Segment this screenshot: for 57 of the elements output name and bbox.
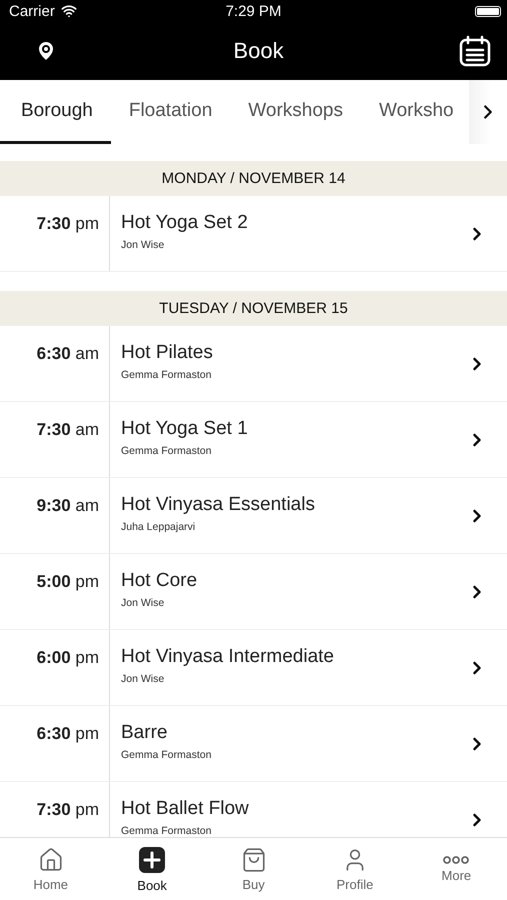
class-name: Hot Pilates	[121, 342, 214, 364]
class-name: Barre	[121, 722, 168, 744]
tab-bar-label: Home	[33, 876, 68, 892]
page-title: Book	[233, 38, 284, 64]
tab-bar-label: Book	[137, 878, 167, 892]
class-name: Hot Vinyasa Intermediate	[121, 646, 335, 668]
location-tab[interactable]: Borough	[0, 80, 111, 144]
carrier-label: Carrier	[9, 2, 55, 20]
class-time: 5:00 pm	[36, 572, 99, 593]
class-time: 6:30 am	[36, 344, 99, 365]
class-row[interactable]: 6:00 pm Hot Vinyasa Intermediate Jon Wise	[0, 630, 507, 706]
class-row[interactable]: 7:30 pm Hot Yoga Set 2 Jon Wise	[0, 196, 507, 272]
teacher-name: Gemma Formaston	[121, 445, 212, 457]
class-name: Hot Ballet Flow	[121, 798, 250, 820]
class-row[interactable]: 7:30 am Hot Yoga Set 1 Gemma Formaston	[0, 402, 507, 478]
location-tab[interactable]: Workshops	[230, 80, 361, 144]
class-time: 7:30 pm	[36, 214, 99, 235]
class-time: 9:30 am	[36, 496, 99, 517]
wifi-icon	[60, 3, 77, 19]
teacher-name: Jon Wise	[121, 673, 166, 685]
tab-bar-label: More	[442, 868, 472, 882]
class-name: Hot Yoga Set 2	[121, 212, 249, 234]
tab-bar-item[interactable]: Profile	[304, 838, 406, 900]
class-row[interactable]: 9:30 am Hot Vinyasa Essentials Juha Leppajarvi	[0, 478, 507, 554]
location-tab[interactable]: Floatation	[110, 80, 230, 144]
home-icon	[38, 846, 64, 872]
day-header: TUESDAY / NOVEMBER 15	[0, 291, 507, 326]
more-icon	[443, 856, 470, 864]
battery-icon	[475, 6, 501, 16]
class-time: 7:30 am	[36, 420, 99, 441]
plus-icon	[138, 846, 166, 874]
class-time: 6:30 pm	[36, 724, 99, 745]
class-row[interactable]: 5:00 pm Hot Core Jon Wise	[0, 554, 507, 630]
location-tab[interactable]: Worksho	[360, 80, 472, 144]
class-name: Hot Core	[121, 570, 198, 592]
shopping-bag-icon	[240, 846, 267, 872]
teacher-name: Jon Wise	[121, 239, 166, 251]
class-name: Hot Vinyasa Essentials	[121, 494, 316, 516]
tab-bar-label: Buy	[242, 876, 265, 892]
teacher-name: Gemma Formaston	[121, 749, 212, 761]
teacher-name: Jon Wise	[121, 597, 166, 609]
tab-bar-item[interactable]: Book	[101, 838, 203, 900]
teacher-name: Gemma Formaston	[121, 369, 212, 381]
teacher-name: Gemma Formaston	[121, 825, 212, 837]
tab-bar-item[interactable]: Home	[0, 838, 102, 900]
class-row[interactable]: 6:30 am Hot Pilates Gemma Formaston	[0, 326, 507, 402]
calendar-icon[interactable]	[459, 35, 491, 67]
class-time: 6:00 pm	[36, 648, 99, 669]
status-time: 7:29 PM	[226, 2, 282, 20]
day-header: MONDAY / NOVEMBER 14	[0, 161, 507, 196]
tab-bar-item[interactable]: Buy	[202, 838, 304, 900]
tab-bar-label: Profile	[336, 876, 374, 892]
class-row[interactable]: 6:30 pm Barre Gemma Formaston	[0, 706, 507, 782]
teacher-name: Juha Leppajarvi	[121, 521, 196, 533]
tab-bar-item[interactable]: More	[406, 838, 507, 900]
class-name: Hot Yoga Set 1	[121, 418, 249, 440]
class-time: 7:30 pm	[36, 800, 99, 821]
